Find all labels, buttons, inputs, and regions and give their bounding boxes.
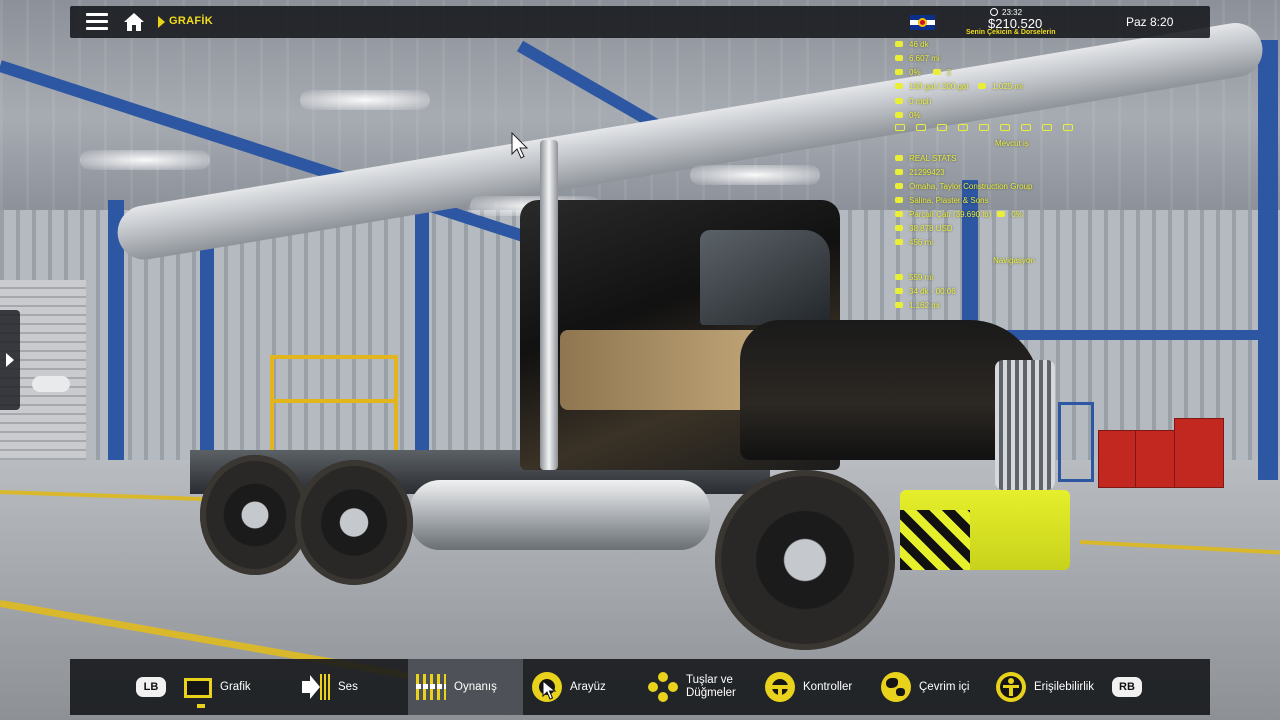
cursor-icon xyxy=(532,672,562,702)
hud-job-distance: 456 mi xyxy=(909,238,934,247)
hud-speed: 0 mph xyxy=(909,97,932,106)
breadcrumb-arrow-icon xyxy=(158,16,165,28)
tab-ses-label: Ses xyxy=(338,680,358,693)
tab-grafik[interactable]: Grafik xyxy=(184,659,294,715)
rb-button[interactable]: RB xyxy=(1112,677,1142,697)
hud-damage: 0% xyxy=(909,68,921,77)
hud-real-stats-title: REAL STATS xyxy=(909,154,957,163)
tool-cabinet xyxy=(1098,430,1138,488)
tab-kontroller-label: Kontroller xyxy=(803,680,853,693)
tab-arayuz[interactable]: Arayüz xyxy=(532,659,642,715)
windshield xyxy=(700,230,830,325)
colorado-flag-icon xyxy=(910,15,935,30)
tool-cabinet xyxy=(1135,430,1175,488)
side-panel-expand-tab[interactable] xyxy=(0,310,20,410)
top-bar: GRAFİK 23:32 $210.520 Senin Çekicin & Do… xyxy=(70,6,1210,38)
hud-route-distance: 1.162 mi xyxy=(909,301,940,310)
bumper-hazard-stripes xyxy=(900,510,970,570)
mouse-cursor-icon xyxy=(511,132,529,159)
side-toggle-knob[interactable] xyxy=(32,376,70,392)
tab-erisilebilirlik[interactable]: Erişilebilirlik xyxy=(996,659,1131,715)
tab-cevrim-ici[interactable]: Çevrim içi xyxy=(881,659,991,715)
hud-fuel-range: 1.025 mi xyxy=(992,82,1023,91)
lb-button[interactable]: LB xyxy=(136,677,166,697)
hud-fuel: 193 gal / 200 gal xyxy=(909,82,969,91)
hud-indicator-icons xyxy=(895,124,1084,133)
rear-wheel xyxy=(200,455,310,575)
tool-cabinet xyxy=(1174,418,1224,488)
hud-truck-stats: 46 dk 6.607 mi 0% 2 193 gal / 200 gal 1.02… xyxy=(895,40,1095,150)
tab-tuslar-label-line2: Düğmeler xyxy=(686,687,736,699)
hud-cargo: Parçalı Çatı (39.690 lb) xyxy=(909,210,992,219)
tab-arayuz-label: Arayüz xyxy=(570,680,606,693)
hud-odometer: 6.607 mi xyxy=(909,54,940,63)
tab-tuslar-label-line1: Tuşlar ve xyxy=(686,674,733,686)
hud-nav-distance: 559 mi xyxy=(909,273,934,282)
tab-ses[interactable]: Ses xyxy=(300,659,400,715)
hud-job-stats: REAL STATS 21299423 Omaha, Taylor Constr… xyxy=(895,154,1095,314)
chrome-grille xyxy=(995,360,1055,490)
tab-cevrim-ici-label: Çevrim içi xyxy=(919,680,970,693)
front-wheel xyxy=(715,470,895,650)
tab-oynanis[interactable]: Oynanış xyxy=(408,659,523,715)
game-day-time: Paz 8:20 xyxy=(1126,15,1174,29)
tab-erisilebilirlik-label: Erişilebilirlik xyxy=(1034,680,1095,693)
hud-cruise: 0% xyxy=(909,111,921,120)
hud-gear: 2 xyxy=(946,68,952,77)
ceiling-light xyxy=(300,90,430,110)
hud-income: 38.878 USD xyxy=(909,224,953,233)
fuel-tank xyxy=(410,480,710,550)
tab-oynanis-label: Oynanış xyxy=(454,680,497,693)
globe-icon xyxy=(881,672,911,702)
tab-tuslar-ve-dugmeler[interactable]: Tuşlar ve Düğmeler xyxy=(648,659,763,715)
sliders-icon xyxy=(416,672,446,702)
tab-kontroller[interactable]: Kontroller xyxy=(765,659,875,715)
home-icon[interactable] xyxy=(123,12,145,32)
buttons-icon xyxy=(648,672,678,702)
settings-category-bar: LB Grafik Ses Oynanış Arayüz Tuşlar ve D… xyxy=(70,659,1210,715)
hud-current-job-label: Mevcut iş xyxy=(995,139,1029,148)
hud-job-destination: Salina, Plaster & Sons xyxy=(909,196,989,205)
hud-navigation-label: Navigasyon xyxy=(993,256,1035,265)
tab-tuslar-label: Tuşlar ve Düğmeler xyxy=(686,674,736,700)
accessibility-icon xyxy=(996,672,1026,702)
steering-wheel-icon xyxy=(765,672,795,702)
steel-beam xyxy=(1258,40,1278,480)
hud-drive-time: 46 dk xyxy=(909,40,929,49)
speaker-icon xyxy=(300,672,330,702)
rear-wheel xyxy=(295,460,413,585)
exhaust-stack xyxy=(540,140,558,470)
hud-nav-eta: 34 dk - 00:06 xyxy=(909,287,956,296)
hud-job-id: 21299423 xyxy=(909,168,945,177)
hud-job-source: Omaha, Taylor Construction Group xyxy=(909,182,1033,191)
money-caption: Senin Çekicin & Dorselerin xyxy=(966,29,1056,36)
hud-cargo-damage: 0% xyxy=(1011,210,1023,219)
monitor-icon xyxy=(184,678,212,708)
tab-grafik-label: Grafik xyxy=(220,680,251,693)
menu-icon[interactable] xyxy=(86,13,108,31)
breadcrumb[interactable]: GRAFİK xyxy=(169,15,213,27)
